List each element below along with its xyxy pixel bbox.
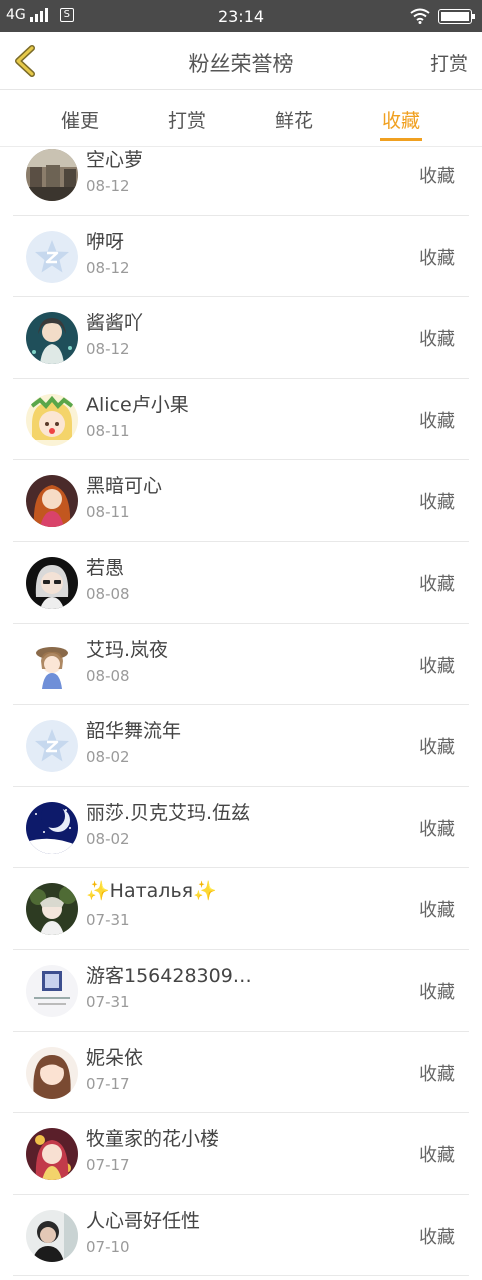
reward-button[interactable]: 打赏 bbox=[430, 49, 468, 76]
action-label: 收藏 bbox=[419, 1226, 455, 1248]
action-label: 收藏 bbox=[419, 900, 455, 922]
list-item[interactable]: 丽莎.贝克艾玛.伍兹 08-02 收藏 bbox=[0, 787, 482, 869]
action-label: 收藏 bbox=[419, 166, 455, 187]
user-name: ✨Наталья✨ bbox=[86, 880, 217, 903]
user-avatar bbox=[26, 1209, 78, 1262]
list-item[interactable]: 酱酱吖 08-12 收藏 bbox=[0, 297, 482, 379]
tab-urge[interactable]: 催更 bbox=[30, 106, 130, 133]
user-name: 韶华舞流年 bbox=[86, 720, 182, 743]
action-label: 收藏 bbox=[419, 410, 455, 432]
wifi-icon bbox=[410, 8, 430, 24]
user-avatar bbox=[26, 801, 78, 854]
user-avatar bbox=[26, 557, 78, 609]
list-item[interactable]: 艾玛.岚夜 08-08 收藏 bbox=[0, 624, 482, 706]
user-avatar bbox=[26, 230, 78, 283]
date-label: 08-12 bbox=[86, 340, 130, 359]
status-right bbox=[410, 8, 475, 24]
user-avatar bbox=[26, 149, 78, 201]
user-avatar bbox=[26, 1128, 78, 1181]
nav-bar: 粉丝荣誉榜 打赏 bbox=[0, 32, 482, 90]
user-name: 艾玛.岚夜 bbox=[86, 638, 169, 661]
user-name: 妮朵依 bbox=[86, 1046, 144, 1069]
date-label: 07-31 bbox=[86, 911, 130, 930]
tab-bar: 催更 打赏 鲜花 收藏 bbox=[0, 90, 482, 147]
user-name: 丽莎.贝克艾玛.伍兹 bbox=[86, 801, 251, 824]
date-label: 07-10 bbox=[86, 1237, 130, 1256]
user-avatar bbox=[26, 638, 78, 691]
list-item[interactable]: 妮朵依 07-17 收藏 bbox=[0, 1032, 482, 1114]
user-name: 酱酱吖 bbox=[86, 312, 144, 335]
user-name: 牧童家的花小楼 bbox=[86, 1128, 220, 1151]
date-label: 08-02 bbox=[86, 829, 130, 848]
date-label: 08-11 bbox=[86, 421, 130, 440]
date-label: 07-17 bbox=[86, 1074, 130, 1093]
date-label: 07-31 bbox=[86, 993, 130, 1011]
user-name: 若愚 bbox=[86, 557, 125, 579]
user-avatar bbox=[26, 883, 78, 936]
date-label: 08-11 bbox=[86, 503, 130, 522]
date-label: 08-12 bbox=[86, 177, 130, 195]
list-item[interactable]: 人心哥好任性 07-10 收藏 bbox=[0, 1195, 482, 1277]
date-label: 08-08 bbox=[86, 666, 130, 685]
action-label: 收藏 bbox=[419, 574, 455, 595]
user-avatar bbox=[26, 965, 78, 1017]
tab-reward[interactable]: 打赏 bbox=[137, 106, 237, 133]
action-label: 收藏 bbox=[419, 982, 455, 1003]
user-name: 人心哥好任性 bbox=[86, 1209, 201, 1232]
tab-flowers[interactable]: 鲜花 bbox=[244, 106, 344, 133]
user-name: 游客156428309… bbox=[86, 965, 252, 987]
action-label: 收藏 bbox=[419, 1063, 455, 1085]
date-label: 07-17 bbox=[86, 1156, 130, 1175]
action-label: 收藏 bbox=[419, 492, 455, 514]
user-name: 黑暗可心 bbox=[86, 475, 163, 498]
user-avatar bbox=[26, 720, 78, 773]
user-avatar bbox=[26, 312, 78, 365]
user-name: 咿呀 bbox=[86, 230, 125, 253]
active-tab-indicator bbox=[380, 138, 422, 141]
action-label: 收藏 bbox=[419, 655, 455, 677]
page-title: 粉丝荣誉榜 bbox=[188, 52, 294, 76]
status-bar: 4G S 23:14 bbox=[0, 0, 482, 32]
list-item[interactable]: 咿呀 08-12 收藏 bbox=[0, 216, 482, 298]
user-avatar bbox=[26, 1046, 78, 1099]
action-label: 收藏 bbox=[419, 329, 455, 351]
list-item[interactable]: 若愚 08-08 收藏 bbox=[0, 542, 482, 624]
tab-favorites[interactable]: 收藏 bbox=[351, 106, 451, 141]
battery-icon bbox=[438, 8, 475, 24]
list-item[interactable]: 黑暗可心 08-11 收藏 bbox=[0, 460, 482, 542]
action-label: 收藏 bbox=[419, 818, 455, 840]
fan-list: 空心萝 08-12 收藏 咿呀 08-12 收藏 酱酱吖 08-12 收藏 Al… bbox=[0, 147, 482, 1280]
list-item[interactable]: 游客156428309… 07-31 收藏 bbox=[0, 950, 482, 1032]
date-label: 08-08 bbox=[86, 585, 130, 603]
list-item[interactable]: 牧童家的花小楼 07-17 收藏 bbox=[0, 1113, 482, 1195]
action-label: 收藏 bbox=[419, 247, 455, 269]
list-item[interactable]: 空心萝 08-12 收藏 bbox=[0, 147, 482, 216]
user-avatar bbox=[26, 475, 78, 528]
date-label: 08-12 bbox=[86, 258, 130, 277]
list-item[interactable]: ✨Наталья✨ 07-31 收藏 bbox=[0, 868, 482, 950]
list-item[interactable]: Alice卢小果 08-11 收藏 bbox=[0, 379, 482, 461]
divider bbox=[13, 1275, 469, 1277]
user-name: Alice卢小果 bbox=[86, 393, 189, 416]
list-item[interactable]: 韶华舞流年 08-02 收藏 bbox=[0, 705, 482, 787]
date-label: 08-02 bbox=[86, 748, 130, 767]
action-label: 收藏 bbox=[419, 1145, 455, 1167]
user-avatar bbox=[26, 393, 78, 446]
action-label: 收藏 bbox=[419, 737, 455, 759]
user-name: 空心萝 bbox=[86, 149, 144, 171]
tab-favorites-label: 收藏 bbox=[381, 110, 420, 132]
